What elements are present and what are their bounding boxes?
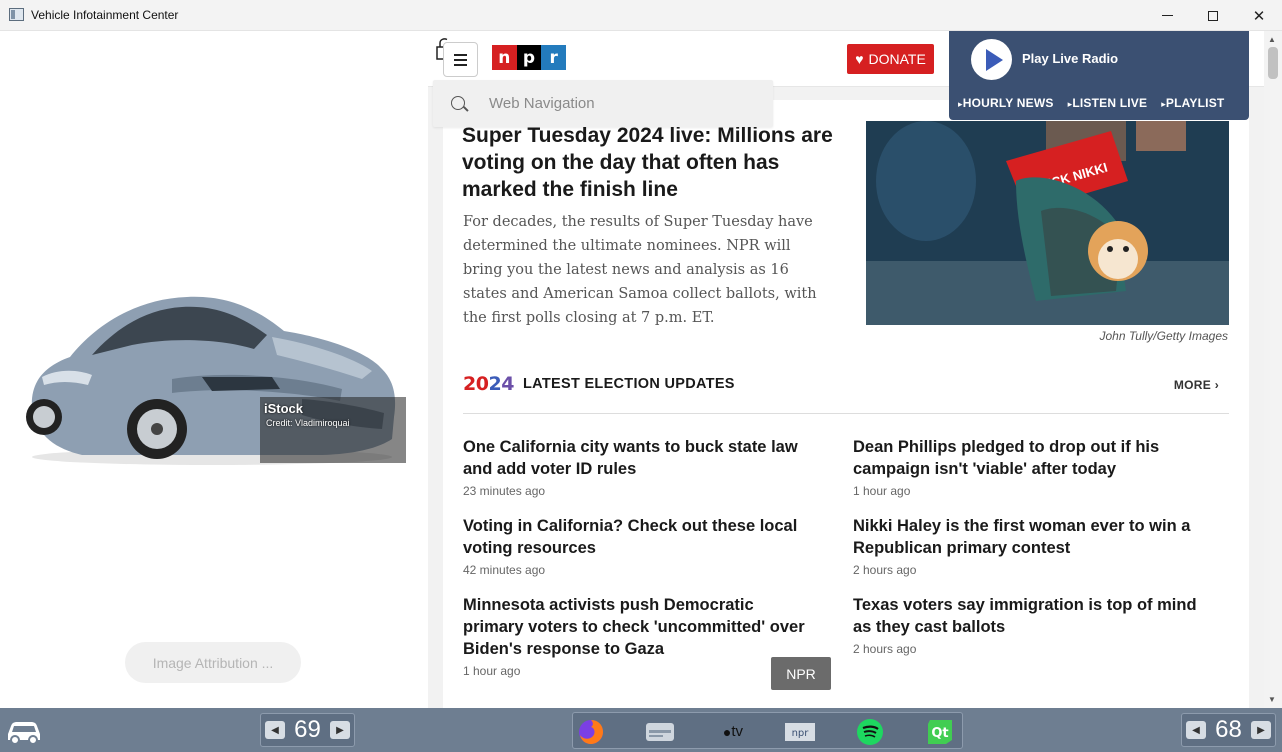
left-panel: iStock Credit: Vladimiroquai Image Attri… <box>0 31 428 708</box>
app-launcher: ● tv npr Qt <box>572 712 963 749</box>
car-icon[interactable] <box>4 714 44 746</box>
story-time: 2 hours ago <box>853 563 917 577</box>
story-title[interactable]: Texas voters say immigration is top of m… <box>853 594 1198 638</box>
search-input[interactable]: Web Navigation <box>489 95 595 112</box>
right-temp-increase-icon[interactable]: ▶ <box>1250 721 1271 739</box>
right-temp-decrease-icon[interactable]: ◀ <box>1186 721 1206 739</box>
radio-icon[interactable] <box>645 717 675 746</box>
app-window-icon <box>9 8 24 21</box>
lead-teaser: For decades, the results of Super Tuesda… <box>463 214 817 326</box>
qt-icon[interactable]: Qt <box>925 717 955 746</box>
story-title[interactable]: Nikki Haley is the first woman ever to w… <box>853 515 1198 559</box>
story-time: 1 hour ago <box>463 664 521 678</box>
story-title[interactable]: Voting in California? Check out these lo… <box>463 515 808 559</box>
left-temp-decrease-icon[interactable]: ◀ <box>265 721 285 739</box>
story-time: 23 minutes ago <box>463 484 546 498</box>
spotify-icon[interactable] <box>855 717 885 746</box>
vertical-scrollbar[interactable]: ▲ ▼ <box>1264 31 1282 708</box>
minimize-button[interactable] <box>1144 0 1190 31</box>
article-content: Super Tuesday 2024 live: Millions are vo… <box>443 100 1249 708</box>
close-button[interactable]: ✕ <box>1236 0 1282 31</box>
close-icon: ✕ <box>1252 7 1266 25</box>
car-image <box>26 296 406 465</box>
menu-button[interactable] <box>443 42 478 77</box>
left-temp-value: 69 <box>294 716 321 743</box>
story-time: 2 hours ago <box>853 642 917 656</box>
image-attribution-button[interactable]: Image Attribution ... <box>125 642 301 683</box>
section-title: LATEST ELECTION UPDATES <box>523 376 735 392</box>
npr-icon[interactable]: npr <box>785 717 815 746</box>
story-time: 42 minutes ago <box>463 563 546 577</box>
election-year-logo: 2024 <box>463 373 514 395</box>
minimize-icon <box>1161 15 1173 16</box>
window-titlebar: Vehicle Infotainment Center ✕ <box>0 0 1282 31</box>
scroll-up-icon[interactable]: ▲ <box>1268 35 1276 44</box>
story-time: 1 hour ago <box>853 484 911 498</box>
left-temperature-control: ◀ 69 ▶ <box>260 713 355 747</box>
image-credit: Credit: Vladimiroquai <box>266 418 350 428</box>
more-link[interactable]: MORE › <box>1174 378 1219 392</box>
story-item[interactable]: Nikki Haley is the first woman ever to w… <box>853 515 1198 577</box>
story-title[interactable]: Minnesota activists push Democratic prim… <box>463 594 808 660</box>
hourly-news-link[interactable]: HOURLY NEWS <box>958 96 1054 110</box>
hamburger-icon <box>454 53 467 56</box>
firefox-icon[interactable] <box>576 717 606 746</box>
radio-links: HOURLY NEWS LISTEN LIVE PLAYLIST <box>958 96 1225 110</box>
play-icon[interactable] <box>971 39 1012 80</box>
apple-tv-icon[interactable]: ● tv <box>715 717 751 746</box>
maximize-button[interactable] <box>1190 0 1236 31</box>
web-navigation-search[interactable]: Web Navigation <box>433 80 773 127</box>
bottom-dock: ◀ 69 ▶ ● tv npr Qt ◀ 68 ▶ <box>0 708 1282 752</box>
lead-image-credit: John Tully/Getty Images <box>1099 329 1229 343</box>
story-title[interactable]: Dean Phillips pledged to drop out if his… <box>853 436 1198 480</box>
svg-text:Qt: Qt <box>931 726 948 741</box>
section-header: 2024 LATEST ELECTION UPDATES MORE › <box>463 368 1229 414</box>
web-view: Super Tuesday 2024 live: Millions are vo… <box>428 31 1264 708</box>
scroll-down-icon[interactable]: ▼ <box>1268 695 1276 704</box>
svg-text:npr: npr <box>792 728 810 739</box>
play-live-radio-label[interactable]: Play Live Radio <box>1022 51 1118 66</box>
npr-logo[interactable]: n p r <box>492 45 567 70</box>
window-title: Vehicle Infotainment Center <box>31 8 179 22</box>
story-item[interactable]: Dean Phillips pledged to drop out if his… <box>853 436 1198 498</box>
playlist-link[interactable]: PLAYLIST <box>1161 96 1224 110</box>
story-item[interactable]: Voting in California? Check out these lo… <box>463 515 808 577</box>
listen-live-link[interactable]: LISTEN LIVE <box>1068 96 1148 110</box>
left-temp-increase-icon[interactable]: ▶ <box>329 721 350 739</box>
heart-icon: ♥ <box>855 51 864 67</box>
lead-headline[interactable]: Super Tuesday 2024 live: Millions are vo… <box>462 122 842 203</box>
live-radio-panel: Play Live Radio HOURLY NEWS LISTEN LIVE … <box>949 31 1249 120</box>
search-icon <box>451 96 465 110</box>
story-item[interactable]: Minnesota activists push Democratic prim… <box>463 594 808 678</box>
story-item[interactable]: One California city wants to buck state … <box>463 436 808 498</box>
right-temp-value: 68 <box>1215 716 1242 743</box>
lead-image[interactable]: PICK NIKKI <box>866 121 1229 325</box>
maximize-icon <box>1208 10 1218 21</box>
donate-button[interactable]: ♥ DONATE <box>847 44 934 74</box>
story-item[interactable]: Texas voters say immigration is top of m… <box>853 594 1198 656</box>
image-watermark: iStock <box>264 401 304 416</box>
scroll-thumb[interactable] <box>1268 47 1278 79</box>
right-temperature-control: ◀ 68 ▶ <box>1181 713 1276 747</box>
story-title[interactable]: One California city wants to buck state … <box>463 436 808 480</box>
source-tag[interactable]: NPR <box>771 657 831 690</box>
